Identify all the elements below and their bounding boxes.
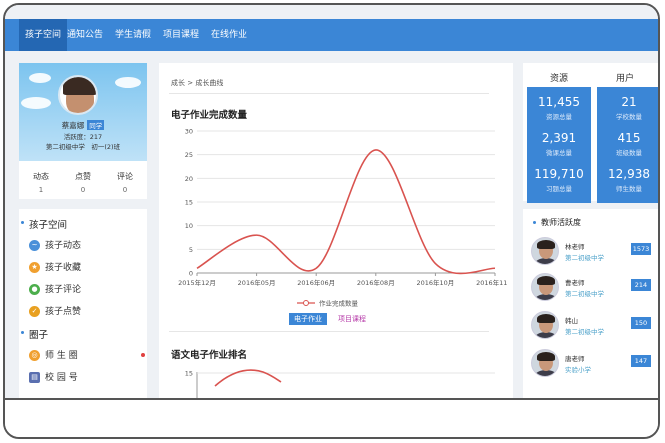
profile-card: 蔡嘉娜 同学 活跃度：217 第二初级中学 初一(2)班 动态 1 点赞 0 评论 0 <box>19 63 147 199</box>
series-line-chinese-ranking <box>214 369 282 387</box>
building-icon: ▤ <box>29 372 40 383</box>
activity-score-badge: 150 <box>631 317 651 329</box>
cloud-decoration <box>29 73 51 83</box>
x-tick-label: 2016年06月 <box>297 278 335 287</box>
teacher-avatar <box>531 349 559 377</box>
stat-likes[interactable]: 点赞 0 <box>63 171 103 194</box>
profile-activity: 活跃度：217 <box>63 133 103 141</box>
profile-school-class: 第二初级中学 初一(2)班 <box>45 143 121 151</box>
y-tick-label: 10 <box>185 222 193 230</box>
profile-name: 蔡嘉娜 <box>61 121 85 130</box>
homework-count-line-chart: 0 5 10 15 20 25 30 2015年12月 2016年05月 2016年06月 2016… <box>178 128 507 308</box>
stat-posts[interactable]: 动态 1 <box>21 171 61 194</box>
sidebar-item-campus-account[interactable]: ▤ 校 园 号 <box>29 371 78 385</box>
star-icon: ★ <box>29 262 40 273</box>
y-tick-label: 15 <box>185 199 193 207</box>
activity-score-badge: 1573 <box>631 243 651 255</box>
notification-dot <box>141 353 145 357</box>
breadcrumb: 成长 > 成长曲线 <box>171 79 224 87</box>
sidebar-item-teacher-student-circle[interactable]: ◎ 师 生 圈 <box>29 349 78 363</box>
x-tick-label: 2016年08月 <box>357 278 395 287</box>
chinese-ranking-line-chart: 15 <box>185 369 495 398</box>
y-tick-label: 30 <box>185 128 193 136</box>
teacher-activity-panel: 教师活跃度 林老师 第二初级中学 1573 曹老师 第二初级中学 214 韩山 … <box>523 209 658 398</box>
pulse-icon: ~ <box>29 240 40 251</box>
series-line-homework-count <box>196 149 496 275</box>
y-tick-label: 20 <box>185 175 193 183</box>
users-heading: 用户 <box>615 74 634 84</box>
menu-section-circles: 圈子 <box>20 327 48 341</box>
x-tick-label: 2016年05月 <box>238 278 276 287</box>
teacher-row[interactable]: 韩山 第二初级中学 150 <box>531 311 651 341</box>
nav-item-leave[interactable]: 学生请假 <box>109 19 157 51</box>
y-tick-label: 5 <box>189 246 193 254</box>
chart-title-homework-count: 电子作业完成数量 <box>171 110 248 121</box>
sidebar-menu: 孩子空间 ~ 孩子动态 ★ 孩子收藏 ● 孩子评论 ✓ 孩子点赞 圈子 ◎ 师 生 圈 ▤… <box>19 209 147 398</box>
device-frame: 孩子空间 通知公告 学生请假 项目课程 在线作业 蔡嘉娜 同学 活跃度：217 第… <box>3 3 660 439</box>
menu-section-child-space: 孩子空间 <box>20 217 67 231</box>
nav-item-homework[interactable]: 在线作业 <box>205 19 253 51</box>
growth-panel: 成长 > 成长曲线 电子作业完成数量 0 5 10 15 20 25 30 2015年12月 2… <box>159 63 513 398</box>
sidebar-item-child-favorites[interactable]: ★ 孩子收藏 <box>29 261 81 275</box>
x-tick-label: 2015年12月 <box>178 278 216 287</box>
y-tick-label: 25 <box>185 151 193 159</box>
resources-heading: 资源 <box>549 74 568 84</box>
role-badge: 同学 <box>87 120 105 130</box>
chart-title-chinese-ranking: 语文电子作业排名 <box>171 350 248 361</box>
device-frame-bottom <box>5 398 658 437</box>
tile-teacher-student-count[interactable]: 12,938 师生数量 <box>597 159 658 203</box>
x-tick-label: 2016年10月 <box>416 278 454 287</box>
activity-score-badge: 214 <box>631 279 651 291</box>
teacher-row[interactable]: 曹老师 第二初级中学 214 <box>531 273 651 303</box>
x-tick-label: 2016年11月 <box>476 278 507 287</box>
activity-score-badge: 147 <box>631 355 651 367</box>
app-screen: 孩子空间 通知公告 学生请假 项目课程 在线作业 蔡嘉娜 同学 活跃度：217 第… <box>5 5 658 398</box>
teacher-avatar <box>531 311 559 339</box>
sidebar-item-child-activity[interactable]: ~ 孩子动态 <box>29 239 81 253</box>
y-tick-label: 15 <box>185 370 193 378</box>
thumbs-up-icon: ✓ <box>29 306 40 317</box>
teacher-activity-title: 教师活跃度 <box>533 218 581 227</box>
y-tick-label: 0 <box>189 270 193 278</box>
tab-project-course[interactable]: 项目课程 <box>333 313 371 325</box>
chart-tabs: 电子作业 项目课程 <box>289 313 377 325</box>
teacher-row[interactable]: 唐老师 实验小学 147 <box>531 349 651 379</box>
divider <box>169 331 489 332</box>
top-navbar: 孩子空间 通知公告 学生请假 项目课程 在线作业 <box>5 19 658 51</box>
profile-banner: 蔡嘉娜 同学 活跃度：217 第二初级中学 初一(2)班 <box>19 63 147 161</box>
cloud-decoration <box>115 77 141 88</box>
nav-item-child-space[interactable]: 孩子空间 <box>19 19 68 51</box>
teacher-avatar <box>531 273 559 301</box>
teacher-avatar <box>531 237 559 265</box>
people-icon: ◎ <box>29 350 40 361</box>
teacher-row[interactable]: 林老师 第二初级中学 1573 <box>531 237 651 267</box>
legend-label: 作业完成数量 <box>319 299 359 308</box>
divider <box>169 93 489 94</box>
nav-item-notices[interactable]: 通知公告 <box>61 19 109 51</box>
tab-e-homework[interactable]: 电子作业 <box>289 313 327 325</box>
sidebar-item-child-comments[interactable]: ● 孩子评论 <box>29 283 81 297</box>
tile-exercise-total[interactable]: 119,710 习题总量 <box>527 159 591 203</box>
nav-item-courses[interactable]: 项目课程 <box>157 19 205 51</box>
avatar[interactable] <box>58 75 98 115</box>
comment-icon: ● <box>29 284 40 295</box>
legend-marker <box>303 300 309 306</box>
stats-panel: 资源 用户 11,455 资源总量 21 学校数量 2,391 微课总量 415 班级数… <box>523 63 658 203</box>
cloud-decoration <box>21 97 51 109</box>
profile-name-row: 蔡嘉娜 同学 <box>19 120 147 131</box>
sidebar-item-child-likes[interactable]: ✓ 孩子点赞 <box>29 305 81 319</box>
stat-comments[interactable]: 评论 0 <box>105 171 145 194</box>
